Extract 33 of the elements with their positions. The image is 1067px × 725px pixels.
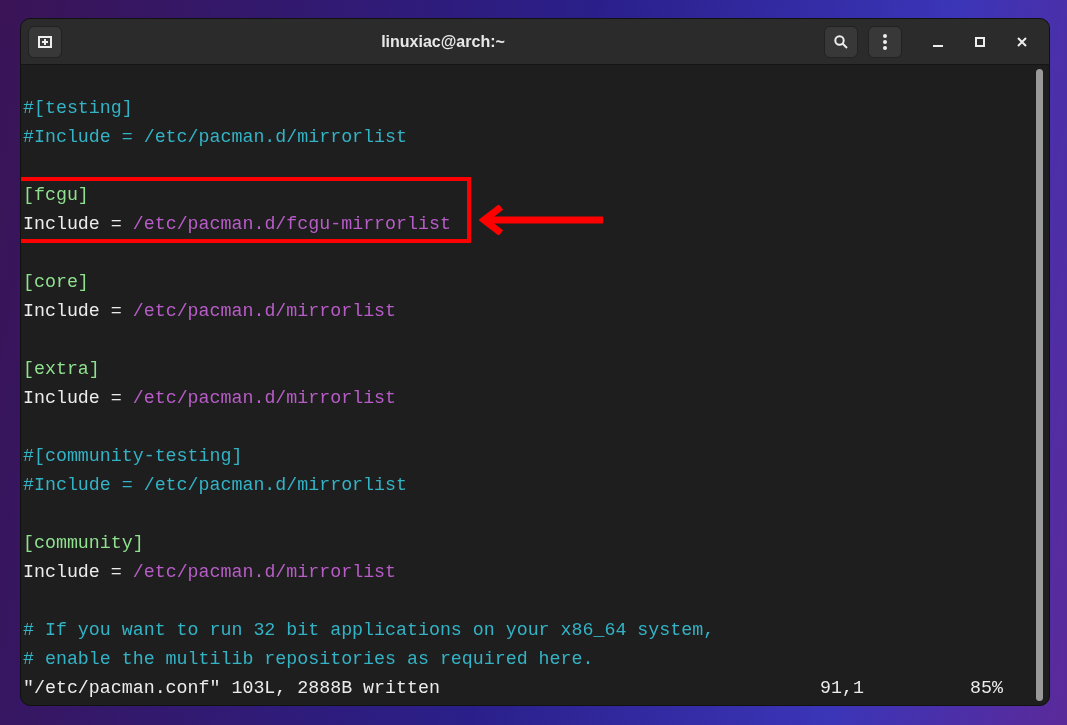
close-icon xyxy=(1017,36,1027,47)
config-text: [community] xyxy=(23,532,144,555)
config-text: #Include = /etc/pacman.d/mirrorlist xyxy=(23,126,407,149)
config-text: Include = xyxy=(23,300,122,323)
path-text: /etc/pacman.d/mirrorlist xyxy=(132,300,397,323)
config-text: # enable the multilib repositories as required here. xyxy=(23,648,594,671)
config-text: #[testing] xyxy=(23,97,133,120)
path-text: /etc/pacman.d/fcgu-mirrorlist xyxy=(132,213,451,236)
config-text: Include = xyxy=(23,213,122,236)
window-title: linuxiac@arch:~ xyxy=(380,32,506,51)
new-tab-icon xyxy=(38,35,52,48)
config-text: #[community-testing] xyxy=(23,445,243,468)
config-text: #Include = /etc/pacman.d/mirrorlist xyxy=(23,474,407,497)
new-tab-button[interactable] xyxy=(28,25,62,58)
config-text: # If you want to run 32 bit applications on your x86_64 system, xyxy=(23,619,715,642)
search-icon xyxy=(834,34,848,49)
scroll-percent: 85% xyxy=(970,677,1004,700)
config-text: Include = xyxy=(23,561,122,584)
menu-button[interactable] xyxy=(868,25,902,58)
scrollbar[interactable] xyxy=(1036,69,1043,701)
path-text: /etc/pacman.d/mirrorlist xyxy=(132,387,397,410)
path-text: /etc/pacman.d/mirrorlist xyxy=(132,561,397,584)
config-text: Include = xyxy=(23,387,122,410)
maximize-icon xyxy=(975,36,985,47)
status-message: "/etc/pacman.conf" 103L, 2888B written xyxy=(23,677,441,700)
menu-icon xyxy=(883,33,887,50)
search-button[interactable] xyxy=(824,25,858,58)
arrow-icon xyxy=(478,205,605,235)
config-text: [extra] xyxy=(23,358,100,381)
config-text: [fcgu] xyxy=(23,184,89,207)
cursor-position: 91,1 xyxy=(820,677,865,700)
minimize-icon xyxy=(933,44,943,47)
config-text: [core] xyxy=(23,271,89,294)
